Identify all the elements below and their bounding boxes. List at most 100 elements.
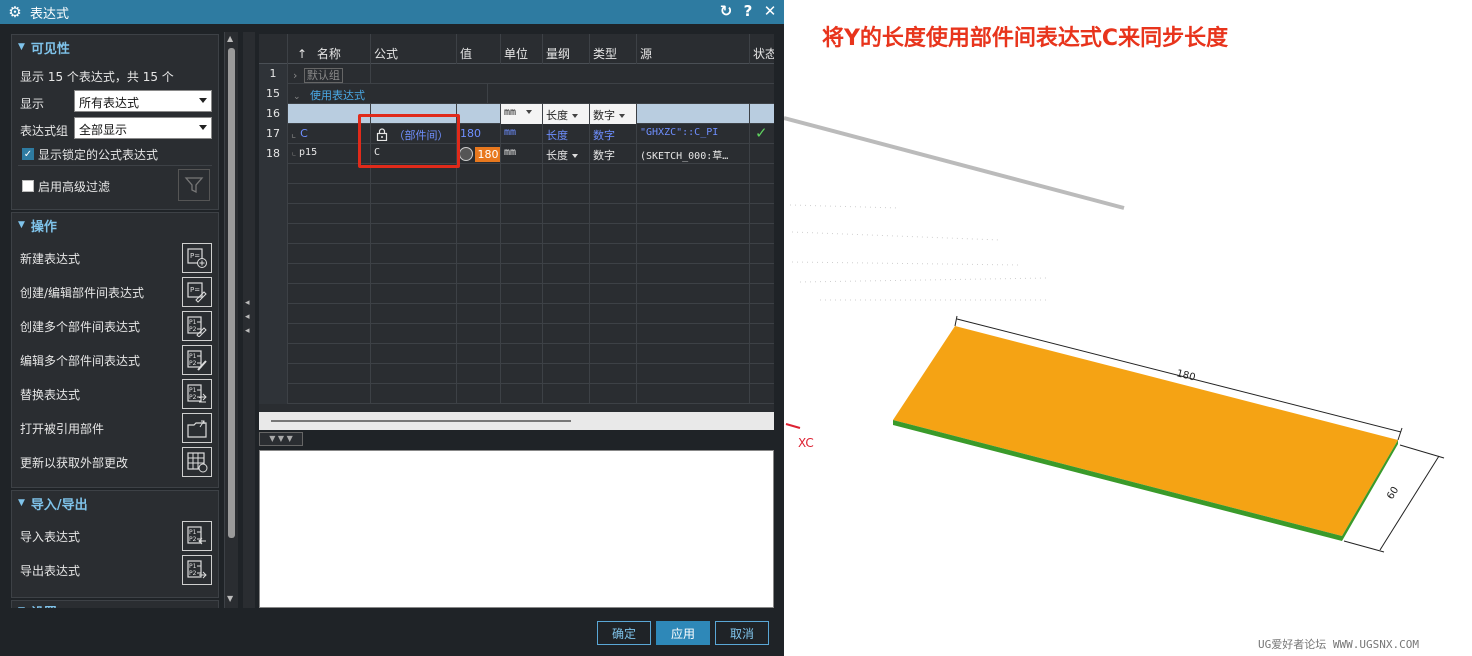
svg-text:P1=: P1= [189, 319, 201, 326]
scrollbar-thumb[interactable] [228, 48, 235, 538]
col-type[interactable]: 类型 [590, 34, 637, 64]
scrollbar-thumb[interactable] [271, 420, 571, 422]
empty-cell [371, 304, 457, 324]
empty-cell [259, 204, 288, 224]
empty-row [259, 364, 774, 384]
empty-cell [637, 184, 750, 204]
dimension-cell[interactable]: 长度 [543, 124, 590, 144]
table-row[interactable]: 15 ⌄ 使用表达式 [259, 84, 774, 104]
value-cell[interactable] [457, 104, 501, 124]
close-icon[interactable]: ✕ [762, 2, 778, 20]
op-open-referenced-part[interactable]: 打开被引用部件 [20, 420, 104, 437]
source-cell[interactable]: (SKETCH_000:草… [637, 144, 750, 164]
op-new-expression[interactable]: 新建表达式 [20, 250, 80, 267]
chevron-left-icon[interactable]: ◂ [245, 312, 250, 322]
table-row[interactable]: 1 › 默认组 [259, 64, 774, 84]
collapse-triangle-icon: ▼ [18, 498, 25, 508]
op-import-expression[interactable]: 导入表达式 [20, 528, 80, 545]
col-dimension[interactable]: 量纲 [543, 34, 590, 64]
scroll-down-icon[interactable]: ▼ [227, 594, 233, 603]
apply-button[interactable]: 应用 [656, 621, 710, 645]
operations-header[interactable]: ▼ 操作 [12, 213, 218, 237]
import-expression-icon[interactable]: P1= P2= [182, 521, 212, 551]
group-row-name[interactable]: ⌄ 使用表达式 [288, 84, 488, 104]
export-expression-icon[interactable]: P1= P2= [182, 555, 212, 585]
op-update-external[interactable]: 更新以获取外部更改 [20, 454, 128, 471]
col-unit[interactable]: 单位 [501, 34, 543, 64]
empty-cell [543, 244, 590, 264]
import-export-header[interactable]: ▼ 导入/导出 [12, 491, 218, 515]
new-expression-icon[interactable]: P= [182, 243, 212, 273]
left-panel-scrollbar[interactable]: ▲ ▼ [224, 32, 238, 608]
chevron-down-icon[interactable]: ⌄ [293, 92, 301, 102]
row-number: 16 [259, 104, 288, 124]
ok-button[interactable]: 确定 [597, 621, 651, 645]
edit-multiple-interpart-icon[interactable]: P1= P2= [182, 345, 212, 375]
empty-cell [371, 364, 457, 384]
type-cell[interactable]: 数字 [590, 144, 637, 164]
open-referenced-part-icon[interactable] [182, 413, 212, 443]
empty-cell [501, 304, 543, 324]
value-cell[interactable]: 180 [457, 124, 501, 144]
op-create-multiple-interpart[interactable]: 创建多个部件间表达式 [20, 318, 140, 335]
collapse-triangle-icon: ▼ [18, 42, 25, 52]
reset-icon[interactable]: ↻ [718, 2, 734, 20]
table-row[interactable]: 17 ⌞ C （部件间） 180 mm 长度 数字 "GHXZC"::C_PI ✓ [259, 124, 774, 144]
dimension-dropdown[interactable]: 长度 [543, 104, 590, 124]
empty-cell [288, 264, 371, 284]
chevron-down-icon [572, 114, 578, 118]
table-row[interactable]: 18 ⌞ p15 C 180 mm 长度 数字 (SKETCH_000:草… [259, 144, 774, 164]
col-name[interactable]: ↑ 名称 [288, 34, 371, 64]
chevron-left-icon[interactable]: ◂ [245, 298, 250, 308]
name-value: p15 [299, 147, 318, 158]
create-multiple-interpart-icon[interactable]: P1= P2= [182, 311, 212, 341]
scroll-up-icon[interactable]: ▲ [227, 34, 233, 43]
locked-formula-checkbox[interactable]: ✓ [22, 148, 34, 160]
type-cell[interactable]: 数字 [590, 124, 637, 144]
show-select[interactable]: 所有表达式 [74, 90, 212, 112]
op-replace-expression[interactable]: 替换表达式 [20, 386, 80, 403]
update-external-icon[interactable] [182, 447, 212, 477]
empty-cell [457, 324, 501, 344]
filter-funnel-icon[interactable] [178, 169, 210, 201]
details-toggle[interactable]: ▼ ▼ ▼ [259, 432, 303, 446]
advanced-filter-checkbox[interactable] [22, 180, 34, 192]
empty-row [259, 324, 774, 344]
col-status[interactable]: 状态 [750, 34, 774, 64]
settings-header[interactable]: ▼ 设置 [12, 599, 218, 609]
visibility-header[interactable]: ▼ 可见性 [12, 35, 218, 59]
grid-hscrollbar[interactable] [259, 412, 774, 430]
source-cell[interactable] [637, 104, 750, 124]
help-icon[interactable]: ? [740, 2, 756, 20]
dimension-cell[interactable]: 长度 [543, 144, 590, 164]
empty-cell [750, 344, 774, 364]
empty-cell [501, 264, 543, 284]
col-value[interactable]: 值 [457, 34, 501, 64]
type-dropdown[interactable]: 数字 [590, 104, 637, 124]
chevron-right-icon[interactable]: › [293, 69, 297, 82]
empty-cell [590, 264, 637, 284]
col-source[interactable]: 源 [637, 34, 750, 64]
replace-expression-icon[interactable]: P1= P2= [182, 379, 212, 409]
svg-text:P2=: P2= [189, 360, 201, 367]
op-export-expression[interactable]: 导出表达式 [20, 562, 80, 579]
unit-dropdown[interactable]: mm [501, 104, 543, 124]
unit-cell[interactable]: mm [501, 124, 543, 144]
op-edit-multiple-interpart[interactable]: 编辑多个部件间表达式 [20, 352, 140, 369]
group-row-name[interactable]: › 默认组 [288, 64, 371, 84]
graphics-window[interactable]: 180 60 [784, 0, 1472, 656]
table-row[interactable]: 16 mm 长度 数字 [259, 104, 774, 124]
visibility-header-label: 可见性 [30, 41, 70, 57]
empty-row [259, 164, 774, 184]
value-cell[interactable]: 180 [457, 144, 501, 164]
source-cell[interactable]: "GHXZC"::C_PI [637, 124, 750, 144]
op-interpart-expression[interactable]: 创建/编辑部件间表达式 [20, 284, 144, 301]
group-select[interactable]: 全部显示 [74, 117, 212, 139]
unit-cell[interactable]: mm [501, 144, 543, 164]
interpart-expression-icon[interactable]: P= [182, 277, 212, 307]
panel-splitter[interactable]: ◂ ◂ ◂ [243, 32, 255, 608]
col-formula[interactable]: 公式 [371, 34, 457, 64]
chevron-left-icon[interactable]: ◂ [245, 326, 250, 336]
empty-cell [259, 304, 288, 324]
cancel-button[interactable]: 取消 [715, 621, 769, 645]
